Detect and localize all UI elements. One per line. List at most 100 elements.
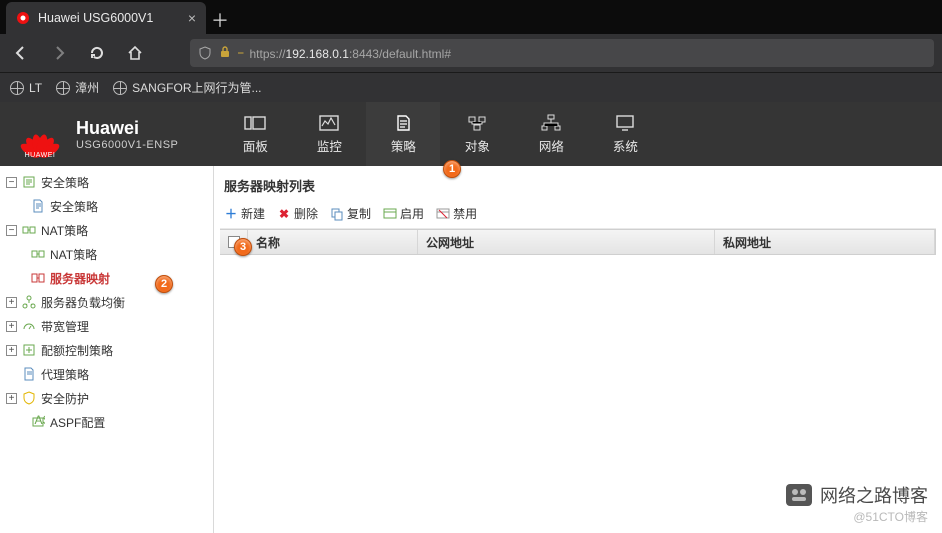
tb-label: 启用: [400, 205, 424, 222]
expand-icon[interactable]: +: [6, 345, 17, 356]
tab-network[interactable]: 网络: [514, 102, 588, 166]
tree-label: NAT策略: [41, 222, 88, 239]
home-button[interactable]: [122, 40, 148, 66]
bookmark-item[interactable]: 漳州: [56, 79, 99, 96]
watermark-subtext: @51CTO博客: [786, 508, 928, 525]
quota-icon: [21, 343, 37, 357]
sidebar-tree: − 安全策略 安全策略 − NAT策略 NAT策略 服务器映射 + 服务器负载均…: [0, 166, 214, 533]
tree-label: 服务器负载均衡: [41, 294, 125, 311]
panel-title: 服务器映射列表: [220, 170, 936, 203]
nav-bar: ⎯ https://192.168.0.1:8443/default.html#: [0, 34, 942, 72]
bookmark-item[interactable]: SANGFOR上网行为管...: [113, 79, 261, 96]
url-text: https://192.168.0.1:8443/default.html#: [250, 46, 452, 61]
expand-icon[interactable]: +: [6, 393, 17, 404]
expand-icon[interactable]: +: [6, 297, 17, 308]
tree-node-security-policy[interactable]: − 安全策略: [0, 170, 213, 194]
callout-badge-3: 3: [234, 238, 252, 256]
table-header: 名称 公网地址 私网地址: [220, 229, 936, 255]
tab-title: Huawei USG6000V1: [38, 11, 180, 25]
plus-icon: ＋: [224, 207, 238, 221]
brand-name: Huawei: [76, 118, 178, 139]
delete-button[interactable]: ✖删除: [277, 205, 318, 222]
callout-badge-1: 1: [443, 160, 461, 178]
tab-label: 系统: [613, 136, 638, 155]
top-nav-tabs: 面板 监控 策略 对象 网络 系统: [218, 102, 662, 166]
tree-node-proxy[interactable]: + 代理策略: [0, 362, 213, 386]
bookmark-label: LT: [29, 81, 42, 95]
tree-node-nat-policy[interactable]: − NAT策略: [0, 218, 213, 242]
back-button[interactable]: [8, 40, 34, 66]
tree-node-bandwidth[interactable]: + 带宽管理: [0, 314, 213, 338]
tab-label: 网络: [539, 136, 564, 155]
shield-icon: [198, 46, 212, 60]
tree-node-quota[interactable]: + 配额控制策略: [0, 338, 213, 362]
lock-icon: [218, 45, 232, 62]
main-panel: 服务器映射列表 ＋新建 ✖删除 复制 启用 禁用 名称 公网地址 私网地址: [214, 166, 942, 533]
tree-label: 服务器映射: [50, 270, 110, 287]
proxy-icon: [21, 367, 37, 381]
workspace: − 安全策略 安全策略 − NAT策略 NAT策略 服务器映射 + 服务器负载均…: [0, 166, 942, 533]
tab-label: 监控: [317, 136, 342, 155]
tree-label: 配额控制策略: [41, 342, 113, 359]
new-button[interactable]: ＋新建: [224, 205, 265, 222]
tree-label: 带宽管理: [41, 318, 89, 335]
close-icon[interactable]: ×: [188, 10, 196, 26]
tab-monitor[interactable]: 监控: [292, 102, 366, 166]
server-map-icon: [30, 271, 46, 285]
globe-icon: [56, 81, 70, 95]
copy-icon: [330, 207, 344, 221]
tab-policy[interactable]: 策略: [366, 102, 440, 166]
tab-favicon: [16, 11, 30, 25]
callout-badge-2: 2: [155, 275, 173, 293]
logo-text: HUAWEI: [18, 152, 62, 159]
browser-chrome: Huawei USG6000V1 × ＋ ⎯ https://192.168.0…: [0, 0, 942, 102]
tab-label: 对象: [465, 136, 490, 155]
slb-icon: [21, 295, 37, 309]
tab-object[interactable]: 对象: [440, 102, 514, 166]
bandwidth-icon: [21, 319, 37, 333]
bookmark-item[interactable]: LT: [10, 81, 42, 95]
tab-label: 策略: [391, 136, 416, 155]
tree-label: 代理策略: [41, 366, 89, 383]
th-public-ip[interactable]: 公网地址: [418, 230, 715, 254]
tab-dashboard[interactable]: 面板: [218, 102, 292, 166]
tree-node-aspf[interactable]: ASPF ASPF配置: [0, 410, 213, 434]
bookmark-label: SANGFOR上网行为管...: [132, 79, 261, 96]
tb-label: 删除: [294, 205, 318, 222]
tab-strip: Huawei USG6000V1 × ＋: [0, 0, 942, 34]
huawei-logo-icon: HUAWEI: [18, 112, 62, 156]
brand-model: USG6000V1-ENSP: [76, 139, 178, 151]
collapse-icon[interactable]: −: [6, 225, 17, 236]
th-private-ip[interactable]: 私网地址: [715, 230, 935, 254]
expand-icon[interactable]: +: [6, 321, 17, 332]
tree-node-security-defense[interactable]: + 安全防护: [0, 386, 213, 410]
forward-button[interactable]: [46, 40, 72, 66]
disable-button[interactable]: 禁用: [436, 205, 477, 222]
enable-button[interactable]: 启用: [383, 205, 424, 222]
tree-node-nat-policy-child[interactable]: NAT策略: [0, 242, 213, 266]
tree-node-slb[interactable]: + 服务器负载均衡: [0, 290, 213, 314]
enable-icon: [383, 207, 397, 221]
new-tab-button[interactable]: ＋: [206, 6, 234, 34]
policy-doc-icon: [30, 199, 46, 213]
collapse-icon[interactable]: −: [6, 177, 17, 188]
tb-label: 复制: [347, 205, 371, 222]
nat-icon: [30, 247, 46, 261]
watermark: 网络之路博客 @51CTO博客: [786, 482, 928, 525]
brand-block: Huawei USG6000V1-ENSP: [76, 118, 178, 151]
tab-label: 面板: [243, 136, 268, 155]
tb-label: 禁用: [453, 205, 477, 222]
tab-system[interactable]: 系统: [588, 102, 662, 166]
tree-node-server-mapping[interactable]: 服务器映射: [0, 266, 213, 290]
tree-label: 安全策略: [50, 198, 98, 215]
copy-button[interactable]: 复制: [330, 205, 371, 222]
reload-button[interactable]: [84, 40, 110, 66]
browser-tab[interactable]: Huawei USG6000V1 ×: [6, 2, 206, 34]
globe-icon: [113, 81, 127, 95]
tree-label: ASPF配置: [50, 414, 105, 431]
url-bar[interactable]: ⎯ https://192.168.0.1:8443/default.html#: [190, 39, 934, 67]
tree-node-security-policy-child[interactable]: 安全策略: [0, 194, 213, 218]
delete-icon: ✖: [277, 207, 291, 221]
watermark-text: 网络之路博客: [820, 482, 928, 508]
th-name[interactable]: 名称: [248, 230, 418, 254]
